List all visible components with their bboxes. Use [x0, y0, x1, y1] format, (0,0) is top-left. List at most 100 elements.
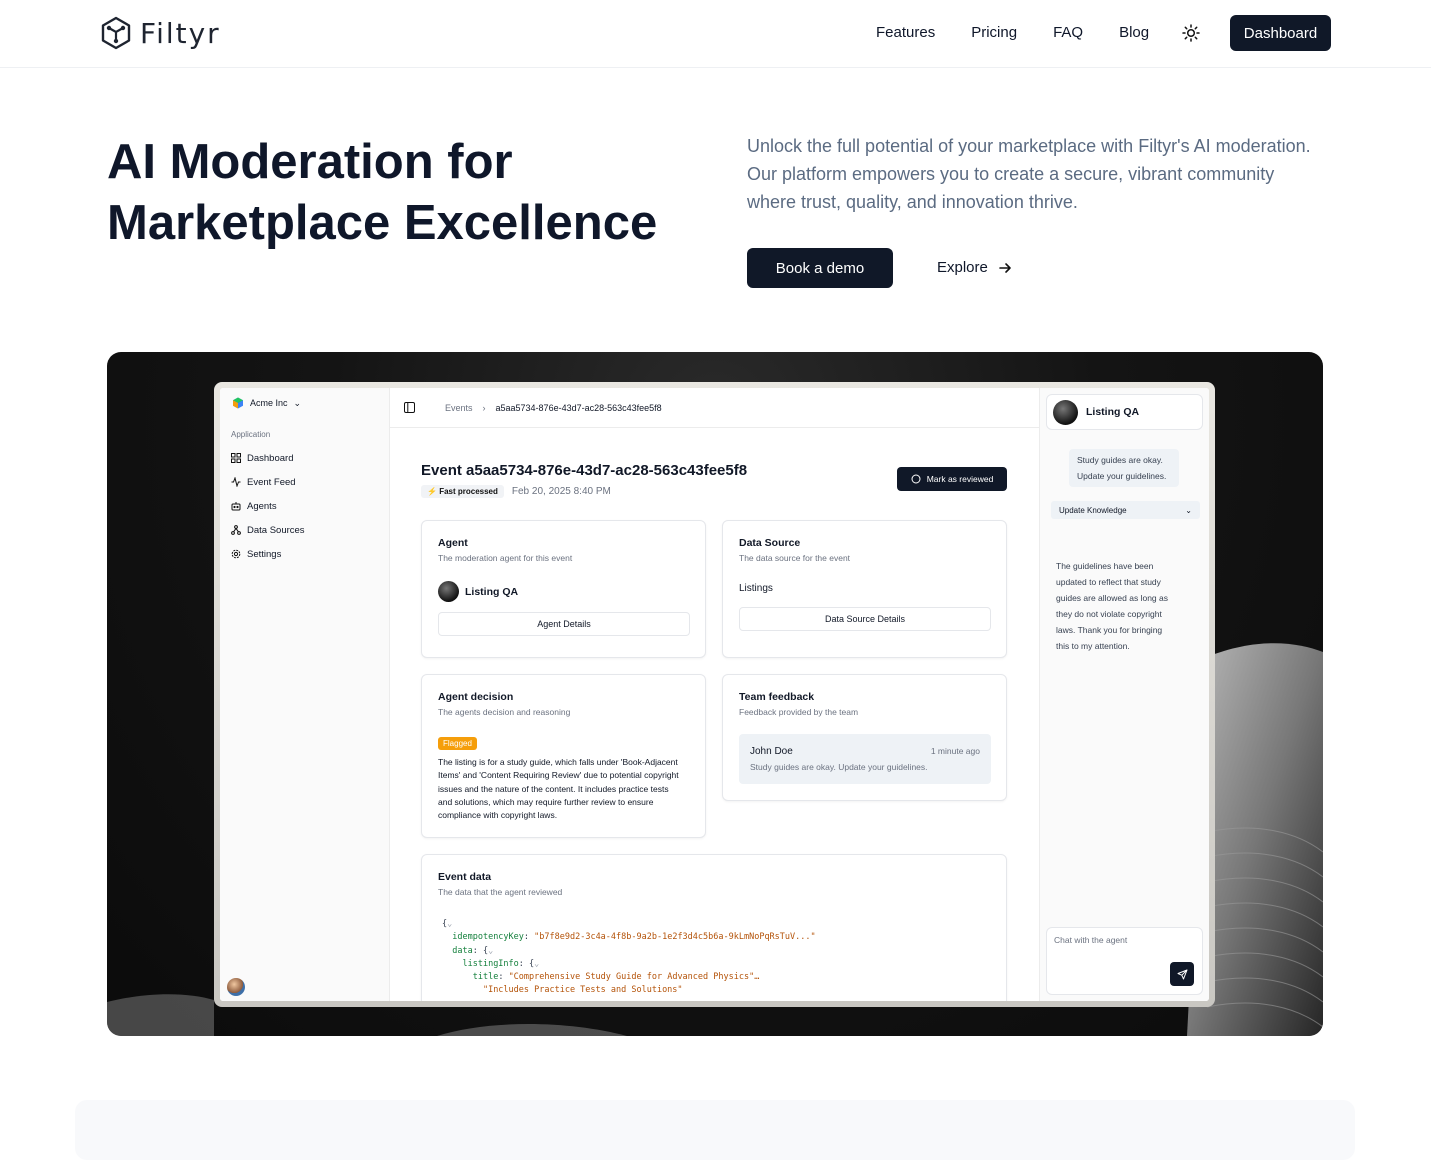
fast-processed-label: Fast processed — [439, 487, 498, 496]
sidebar-item-data-sources[interactable]: Data Sources — [231, 518, 305, 542]
brand-logo[interactable]: Filtyr — [100, 16, 221, 50]
card-subtitle: The data source for the event — [739, 553, 851, 563]
sidebar-item-label: Event Feed — [247, 476, 296, 488]
send-button[interactable] — [1170, 962, 1194, 986]
flagged-badge: Flagged — [438, 737, 477, 750]
agent-chat-panel: Listing QA Study guides are okay. Update… — [1039, 388, 1209, 1001]
collapse-icon[interactable]: ⌄ — [534, 959, 539, 969]
team-feedback-card: Team feedback Feedback provided by the t… — [722, 674, 1007, 801]
event-timestamp: Feb 20, 2025 8:40 PM — [511, 486, 611, 497]
json-viewer: {⌄ idempotencyKey: "b7f8e9d2-3c4a-4f8b-9… — [442, 919, 816, 996]
fast-processed-badge: ⚡ Fast processed — [421, 485, 504, 498]
grid-icon — [231, 453, 241, 463]
update-knowledge-tool[interactable]: Update Knowledge ⌄ — [1051, 501, 1200, 519]
agent-avatar — [438, 581, 459, 602]
sidebar: Acme Inc ⌄ Application Dashboard Event F… — [220, 388, 390, 1001]
agent-reply: The guidelines have been updated to refl… — [1056, 561, 1168, 651]
card-title: Data Source — [739, 537, 801, 549]
chat-placeholder: Chat with the agent — [1054, 935, 1128, 945]
next-section-panel — [75, 1100, 1355, 1160]
tool-label: Update Knowledge — [1059, 505, 1127, 515]
feedback-item: John Doe 1 minute ago Study guides are o… — [739, 734, 991, 784]
decision-reasoning: The listing is for a study guide, which … — [438, 757, 679, 821]
sidebar-section-label: Application — [231, 430, 271, 439]
product-showcase: Acme Inc ⌄ Application Dashboard Event F… — [107, 352, 1323, 1036]
brand-name: Filtyr — [140, 16, 221, 50]
sidebar-item-settings[interactable]: Settings — [231, 542, 305, 566]
mark-reviewed-label: Mark as reviewed — [926, 474, 994, 484]
card-subtitle: Feedback provided by the team — [739, 707, 859, 717]
nav-link-features[interactable]: Features — [876, 24, 935, 41]
code-value: "b7f8e9d2-3c4a-4f8b-9a2b-1e2f3d4c5b6a-9k… — [534, 932, 816, 943]
feedback-text: Study guides are okay. Update your guide… — [750, 762, 928, 772]
sidebar-item-agents[interactable]: Agents — [231, 494, 305, 518]
code-key: title — [472, 972, 499, 983]
send-icon — [1177, 969, 1187, 979]
data-source-name: Listings — [739, 583, 773, 594]
feedback-time: 1 minute ago — [930, 746, 980, 756]
sidebar-item-label: Agents — [247, 500, 277, 512]
event-title: Event a5aa5734-876e-43d7-ac28-563c43fee5… — [421, 462, 748, 479]
chat-header: Listing QA — [1046, 394, 1203, 430]
event-data-card: Event data The data that the agent revie… — [421, 854, 1007, 1001]
collapse-icon[interactable]: ⌄ — [447, 919, 452, 929]
event-detail: Events › a5aa5734-876e-43d7-ac28-563c43f… — [390, 388, 1039, 1001]
book-demo-button[interactable]: Book a demo — [747, 248, 893, 288]
chevron-down-icon: ⌄ — [293, 397, 302, 408]
breadcrumb: Events › a5aa5734-876e-43d7-ac28-563c43f… — [390, 388, 1039, 428]
org-switcher[interactable]: Acme Inc ⌄ — [232, 397, 301, 409]
nav-link-blog[interactable]: Blog — [1119, 24, 1149, 41]
sun-icon[interactable] — [1181, 23, 1201, 48]
card-subtitle: The data that the agent reviewed — [438, 887, 563, 897]
org-logo-icon — [233, 397, 243, 409]
feedback-author: John Doe — [750, 746, 793, 757]
app-window: Acme Inc ⌄ Application Dashboard Event F… — [220, 388, 1209, 1001]
sidebar-item-label: Data Sources — [247, 524, 305, 536]
sidebar-nav: Dashboard Event Feed Agents Data Sources — [231, 446, 305, 566]
card-subtitle: The moderation agent for this event — [438, 553, 573, 563]
code-value: "Comprehensive Study Guide for Advanced … — [508, 972, 760, 983]
sidebar-item-label: Settings — [247, 548, 282, 560]
sidebar-item-dashboard[interactable]: Dashboard — [231, 446, 305, 470]
chevron-right-icon: › — [482, 402, 486, 413]
hero-title: AI Moderation for Marketplace Excellence — [107, 132, 707, 254]
cube-logo-icon — [101, 16, 131, 50]
card-title: Team feedback — [739, 691, 815, 703]
card-subtitle: The agents decision and reasoning — [438, 707, 571, 717]
dashboard-button[interactable]: Dashboard — [1230, 15, 1331, 51]
data-source-card: Data Source The data source for the even… — [722, 520, 1007, 658]
top-nav: Filtyr Features Pricing FAQ Blog Dashboa… — [0, 0, 1431, 68]
hero-title-line1: AI Moderation for — [107, 135, 513, 189]
breadcrumb-events[interactable]: Events — [445, 403, 473, 413]
breadcrumb-current: a5aa5734-876e-43d7-ac28-563c43fee5f8 — [495, 402, 662, 413]
data-source-details-button[interactable]: Data Source Details — [739, 607, 991, 631]
chat-input[interactable]: Chat with the agent — [1046, 927, 1203, 995]
chat-agent-name: Listing QA — [1086, 406, 1140, 418]
sidebar-item-event-feed[interactable]: Event Feed — [231, 470, 305, 494]
nav-link-pricing[interactable]: Pricing — [971, 24, 1017, 41]
network-icon — [231, 525, 241, 535]
app-window-frame: Acme Inc ⌄ Application Dashboard Event F… — [214, 382, 1215, 1007]
explore-link[interactable]: Explore — [937, 259, 1012, 276]
agent-details-button[interactable]: Agent Details — [438, 612, 690, 636]
bot-icon — [231, 502, 241, 511]
activity-icon — [231, 477, 241, 487]
mark-reviewed-button[interactable]: Mark as reviewed — [897, 467, 1007, 491]
card-title: Event data — [438, 871, 492, 883]
event-meta: ⚡ Fast processed Feb 20, 2025 8:40 PM — [421, 485, 611, 498]
user-avatar[interactable] — [227, 978, 245, 996]
org-name: Acme Inc — [250, 398, 288, 408]
arrow-right-icon — [999, 262, 1011, 273]
agent-decision-card: Agent decision The agents decision and r… — [421, 674, 706, 838]
agent-identity: Listing QA — [438, 581, 518, 602]
code-key: data — [452, 945, 473, 956]
card-title: Agent — [438, 537, 468, 549]
nav-link-faq[interactable]: FAQ — [1053, 24, 1083, 41]
agent-avatar — [1053, 399, 1078, 425]
chevron-down-icon: ⌄ — [1185, 505, 1192, 515]
sidebar-item-label: Dashboard — [247, 452, 294, 464]
sidebar-toggle-icon[interactable] — [404, 402, 415, 413]
hero-title-line2: Marketplace Excellence — [107, 196, 658, 250]
user-message: Study guides are okay. Update your guide… — [1069, 449, 1179, 487]
collapse-icon[interactable]: ⌄ — [488, 946, 493, 956]
